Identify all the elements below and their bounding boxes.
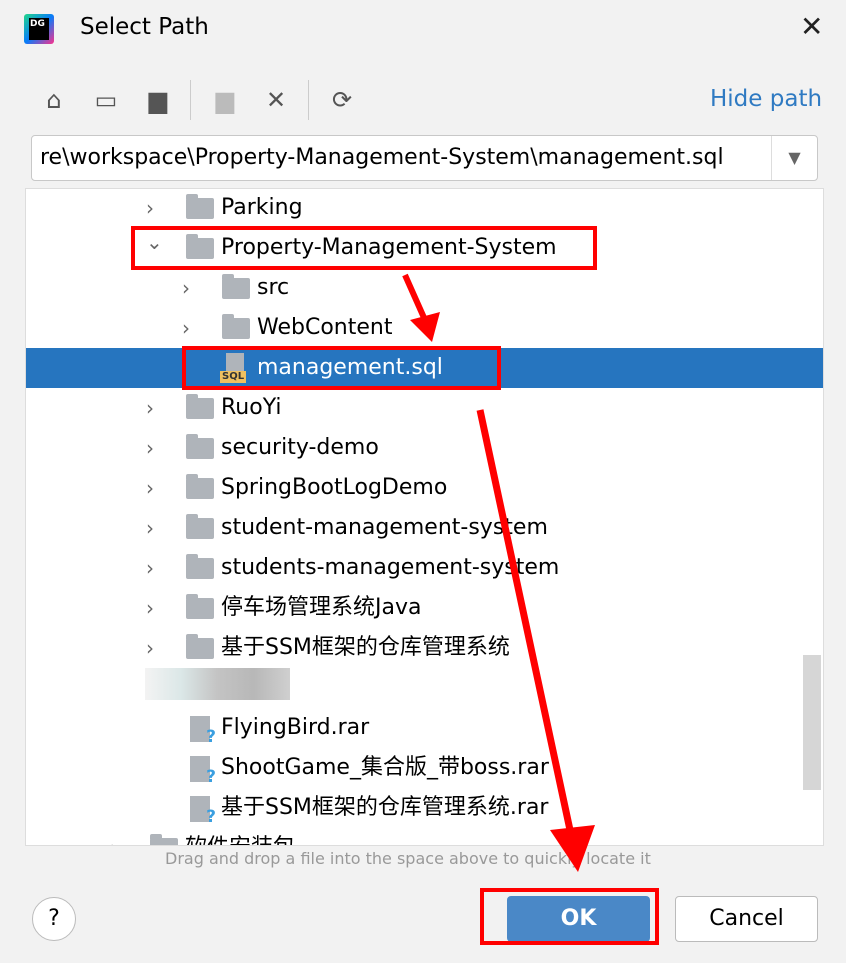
arrow-head xyxy=(410,312,440,342)
highlight-box-ok xyxy=(480,888,659,945)
arrow-head xyxy=(550,825,595,872)
highlight-box-file xyxy=(182,346,501,390)
annotation-overlay xyxy=(131,226,659,945)
arrow-to-file xyxy=(402,273,428,322)
highlight-box-folder xyxy=(131,226,597,270)
arrow-to-ok xyxy=(476,409,574,831)
